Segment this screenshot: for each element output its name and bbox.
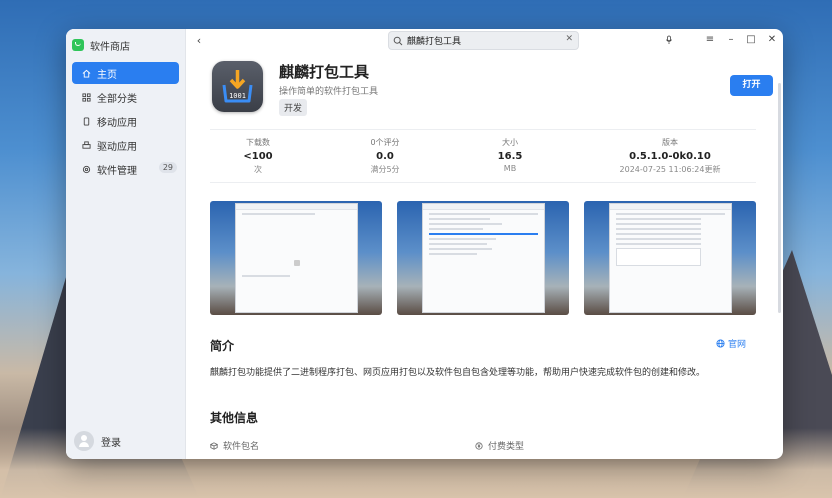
stat-downloads: 下载数 <100 次 xyxy=(232,137,284,175)
stat-label: 下载数 xyxy=(246,138,270,147)
gear-icon xyxy=(82,165,91,174)
sidebar-item-mobile-apps[interactable]: 移动应用 xyxy=(72,110,179,132)
stat-value: 16.5 xyxy=(497,151,523,162)
sidebar-item-label: 驱动应用 xyxy=(97,141,137,153)
package-tool-icon: 1001 xyxy=(212,61,263,112)
stat-size: 大小 16.5 MB xyxy=(485,137,535,173)
package-icon xyxy=(210,441,218,450)
sidebar-item-software-management[interactable]: 软件管理 29 xyxy=(72,158,179,180)
stat-rating: 0个评分 0.0 满分5分 xyxy=(355,137,415,175)
scrollbar[interactable] xyxy=(778,83,781,313)
login-label: 登录 xyxy=(101,437,121,449)
search-box[interactable]: ✕ xyxy=(388,31,579,50)
sidebar-nav: 主页 全部分类 移动应用 驱动应用 软件管理 29 xyxy=(66,62,185,180)
search-input[interactable] xyxy=(407,35,557,46)
svg-text:1001: 1001 xyxy=(229,92,246,100)
stat-label: 0个评分 xyxy=(370,138,400,147)
official-site-link[interactable]: 官网 xyxy=(716,337,746,350)
category-tag[interactable]: 开发 xyxy=(279,99,308,116)
payment-type-field: 付费类型 xyxy=(475,439,524,452)
back-button[interactable]: ‹ xyxy=(192,34,206,48)
app-title-text: 软件商店 xyxy=(90,41,130,53)
payment-icon xyxy=(475,441,483,450)
main-panel: ‹ ✕ ≡ – □ ✕ 1001 xyxy=(186,29,783,459)
search-icon xyxy=(393,36,403,45)
stat-version: 版本 0.5.1.0-0k0.10 2024-07-25 11:06:24更新 xyxy=(605,137,735,175)
screenshot-thumbnail[interactable] xyxy=(584,201,756,315)
minimize-button[interactable]: – xyxy=(724,33,738,47)
stat-sub: 满分5分 xyxy=(370,165,400,174)
globe-icon xyxy=(716,339,725,348)
app-name: 麒麟打包工具 xyxy=(279,63,370,81)
open-button[interactable]: 打开 xyxy=(730,75,773,96)
screenshot-thumbnail[interactable] xyxy=(397,201,569,315)
stat-sub: 次 xyxy=(254,165,262,174)
microphone-icon[interactable] xyxy=(662,33,676,47)
phone-icon xyxy=(82,116,91,126)
sidebar-item-label: 主页 xyxy=(97,69,117,81)
stat-value: 0.5.1.0-0k0.10 xyxy=(629,151,711,162)
maximize-button[interactable]: □ xyxy=(744,33,758,47)
stat-sub: MB xyxy=(503,164,517,173)
grid-icon xyxy=(82,92,91,102)
other-info-heading: 其他信息 xyxy=(210,411,259,425)
sidebar-item-home[interactable]: 主页 xyxy=(72,62,179,84)
official-site-label: 官网 xyxy=(728,340,747,350)
intro-text: 麒麟打包功能提供了二进制程序打包、网页应用打包以及软件包自包含处理等功能，帮助用… xyxy=(210,368,706,378)
intro-heading: 简介 xyxy=(210,339,235,353)
app-detail-content: 1001 麒麟打包工具 操作简单的软件打包工具 开发 打开 下载数 <100 次… xyxy=(186,53,783,459)
sidebar-item-label: 移动应用 xyxy=(97,117,137,129)
stat-label: 大小 xyxy=(502,138,518,147)
avatar xyxy=(74,431,94,451)
clear-search-icon[interactable]: ✕ xyxy=(565,34,573,44)
sidebar-item-label: 全部分类 xyxy=(97,93,137,105)
sidebar: 软件商店 主页 全部分类 移动应用 驱动应用 软件管理 29 登录 xyxy=(66,29,186,459)
titlebar: ‹ ✕ ≡ – □ ✕ xyxy=(186,29,783,53)
package-name-field: 软件包名 xyxy=(210,439,259,452)
login-button[interactable]: 登录 xyxy=(74,431,121,451)
package-name-label: 软件包名 xyxy=(223,442,260,452)
sidebar-item-all-categories[interactable]: 全部分类 xyxy=(72,86,179,108)
close-button[interactable]: ✕ xyxy=(765,33,779,47)
home-icon xyxy=(82,69,91,78)
screenshot-gallery xyxy=(210,201,756,315)
screenshot-thumbnail[interactable] xyxy=(210,201,382,315)
app-description: 操作简单的软件打包工具 xyxy=(279,87,379,97)
stat-value: 0.0 xyxy=(376,151,394,162)
stat-sub: 2024-07-25 11:06:24更新 xyxy=(619,165,721,174)
app-title: 软件商店 xyxy=(66,31,185,59)
store-logo-icon xyxy=(72,39,84,51)
app-header: 1001 麒麟打包工具 操作简单的软件打包工具 开发 打开 xyxy=(212,61,782,117)
sidebar-item-driver-apps[interactable]: 驱动应用 xyxy=(72,134,179,156)
update-count-badge: 29 xyxy=(158,162,177,173)
payment-type-label: 付费类型 xyxy=(488,442,525,452)
menu-button[interactable]: ≡ xyxy=(703,33,717,47)
stat-value: <100 xyxy=(243,151,273,162)
stat-label: 版本 xyxy=(662,138,678,147)
sidebar-item-label: 软件管理 xyxy=(97,165,137,177)
app-stats: 下载数 <100 次 0个评分 0.0 满分5分 大小 16.5 MB 版本 0… xyxy=(210,129,756,183)
software-store-window: 软件商店 主页 全部分类 移动应用 驱动应用 软件管理 29 登录 ‹ 麒麟打包… xyxy=(66,29,783,459)
printer-icon xyxy=(82,140,91,150)
